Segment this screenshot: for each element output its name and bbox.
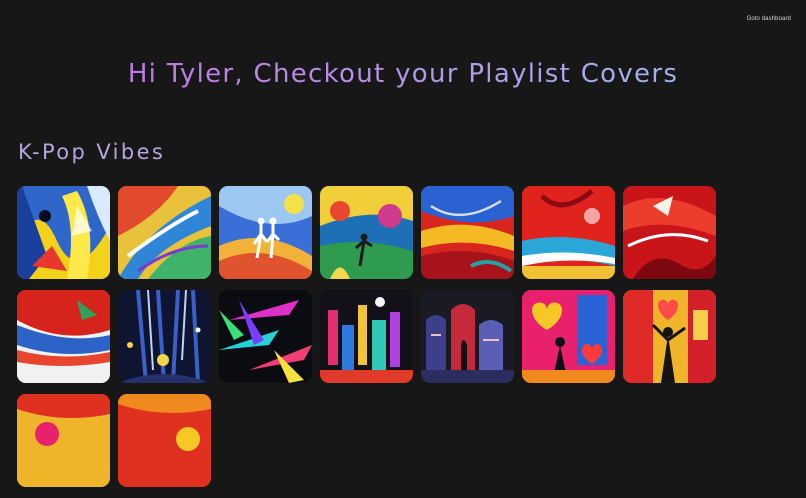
playlist-cover[interactable] — [118, 186, 211, 279]
dancing-couple-painting-icon — [219, 186, 312, 279]
red-abstract-painting-icon — [623, 186, 716, 279]
playlist-cover[interactable] — [421, 290, 514, 383]
cover-row — [17, 394, 717, 487]
playlist-cover[interactable] — [623, 290, 716, 383]
playlist-cover[interactable] — [320, 290, 413, 383]
red-orange-painting-icon — [118, 394, 211, 487]
playlist-cover[interactable] — [219, 186, 312, 279]
playlist-cover[interactable] — [623, 186, 716, 279]
playlist-title: K-Pop Vibes — [18, 140, 166, 164]
red-explosion-painting-icon — [522, 186, 615, 279]
playlist-cover[interactable] — [17, 394, 110, 487]
playlist-cover[interactable] — [421, 186, 514, 279]
cover-row — [17, 186, 717, 279]
playlist-cover[interactable] — [118, 394, 211, 487]
abstract-painting-swirl-icon — [118, 186, 211, 279]
page-title: Hi Tyler, Checkout your Playlist Covers — [0, 57, 806, 91]
cover-row — [17, 290, 717, 383]
playlist-cover[interactable] — [219, 290, 312, 383]
neon-city-painting-icon — [320, 290, 413, 383]
red-blue-wave-painting-icon — [421, 186, 514, 279]
goto-dashboard-link[interactable]: Goto dashboard — [747, 16, 791, 22]
playlist-cover[interactable] — [17, 290, 110, 383]
playlist-cover[interactable] — [17, 186, 110, 279]
dark-city-painting-icon — [421, 290, 514, 383]
playlist-cover[interactable] — [320, 186, 413, 279]
neon-shards-painting-icon — [219, 290, 312, 383]
dark-splash-painting-icon — [118, 290, 211, 383]
playlist-cover[interactable] — [522, 186, 615, 279]
playlist-cover[interactable] — [522, 290, 615, 383]
pop-art-couple-painting-icon — [623, 290, 716, 383]
abstract-painting-yellow-blue-icon — [17, 186, 110, 279]
red-yellow-painting-icon — [17, 394, 110, 487]
playlist-cover[interactable] — [118, 290, 211, 383]
dancers-garden-painting-icon — [320, 186, 413, 279]
playlist-cover-grid — [17, 186, 717, 498]
hearts-city-painting-icon — [522, 290, 615, 383]
red-stripe-painting-icon — [17, 290, 110, 383]
